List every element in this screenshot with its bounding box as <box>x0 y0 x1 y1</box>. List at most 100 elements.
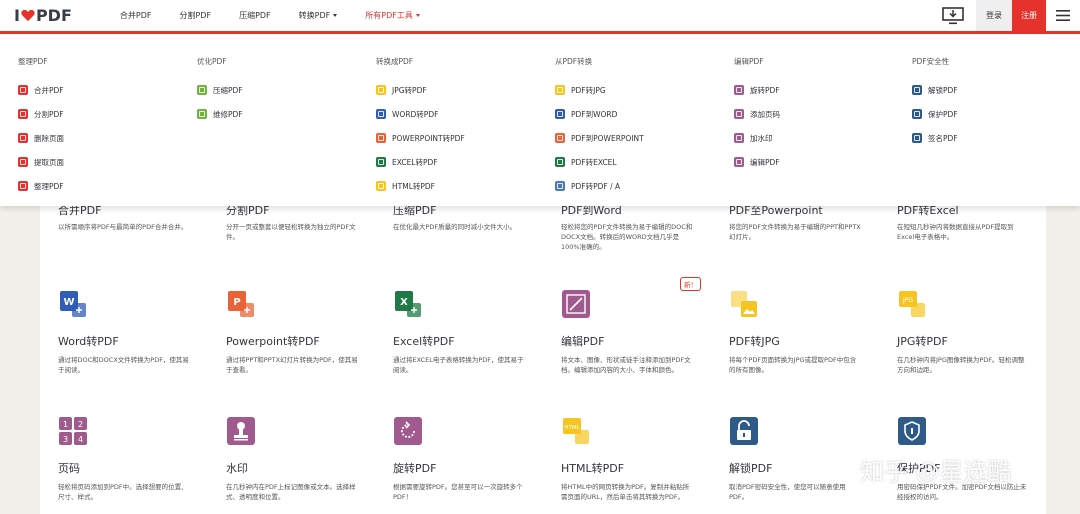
svg-text:X: X <box>400 297 408 308</box>
nav-split-pdf[interactable]: 分割PDF <box>165 0 225 31</box>
watermark-text: 知乎 @星选酷 <box>860 458 1012 486</box>
menu-item[interactable]: 保护PDF <box>912 102 958 126</box>
menu-item[interactable]: 签名PDF <box>912 126 958 150</box>
nav-all-pdf-tools[interactable]: 所有PDF工具 <box>351 0 434 31</box>
menu-item-label: 提取页面 <box>34 157 64 167</box>
menu-item[interactable]: PDF到WORD <box>555 102 644 126</box>
menu-item-label: 删除页面 <box>34 133 64 143</box>
menu-item[interactable]: 维修PDF <box>197 102 243 126</box>
menu-item[interactable]: WORD转PDF <box>376 102 465 126</box>
nav-label: 所有PDF工具 <box>365 11 413 20</box>
menu-item-label: PDF到POWERPOINT <box>571 133 644 143</box>
menu-item[interactable]: 旋转PDF <box>734 78 780 102</box>
page-numbers-icon: 1 2 3 4 <box>58 416 88 446</box>
nav-label: 转换PDF <box>298 11 331 20</box>
signup-button[interactable]: 注册 <box>1012 0 1046 31</box>
tool-icon <box>376 181 386 191</box>
tool-card-title: HTML转PDF <box>561 462 625 475</box>
nav-merge-pdf[interactable]: 合并PDF <box>106 0 166 31</box>
tool-icon <box>734 109 744 119</box>
tool-card-description: 在几秒钟内在PDF上标记图像或文本。选择样式、透明度和位置。 <box>226 483 356 501</box>
menu-column-title: 优化PDF <box>197 57 227 66</box>
menu-item[interactable]: JPG转PDF <box>376 78 465 102</box>
nav-label: 分割PDF <box>179 11 212 20</box>
menu-item[interactable]: PDF转EXCEL <box>555 150 644 174</box>
jpg-icon: JPG <box>897 289 927 319</box>
tool-icon <box>555 85 565 95</box>
menu-item[interactable]: 添加页码 <box>734 102 780 126</box>
menu-item-label: 合并PDF <box>34 85 64 95</box>
desktop-download-icon[interactable] <box>942 6 964 25</box>
menu-item-label: 编辑PDF <box>750 157 780 167</box>
image-icon <box>729 289 759 319</box>
menu-item-label: PDF转PDF / A <box>571 181 621 191</box>
menu-item[interactable]: 编辑PDF <box>734 150 780 174</box>
menu-item[interactable]: 解锁PDF <box>912 78 958 102</box>
tool-card[interactable]: X Excel转PDF 通过将EXCEL电子表格转换为PDF，使其易于阅读。 <box>393 289 553 375</box>
tool-icon <box>912 85 922 95</box>
menu-item[interactable]: PDF到POWERPOINT <box>555 126 644 150</box>
tool-card[interactable]: W Word转PDF 通过将DOC和DOCX文件转换为PDF，使其易于阅读。 <box>58 289 218 375</box>
menu-column-title: PDF安全性 <box>912 57 950 66</box>
tool-card-description: 轻松将您的PDF文件转换为易于编辑的DOC和DOCX文档。转换后的WORD文档几… <box>561 223 693 251</box>
edit-pdf-icon <box>561 289 591 319</box>
tool-card-description: 分开一页或整套以便轻松转换为独立的PDF文件。 <box>226 223 356 241</box>
menu-column-title: 从PDF转换 <box>555 57 593 66</box>
hamburger-icon <box>1056 10 1070 21</box>
tool-card[interactable]: PDF转JPG 将每个PDF页面转换为JPG或提取PDF中包含的所有图像。 <box>729 289 889 375</box>
menu-item[interactable]: PDF转JPG <box>555 78 644 102</box>
menu-item[interactable]: 提取页面 <box>18 150 64 174</box>
tool-card[interactable]: P Powerpoint转PDF 通过将PPT和PPTX幻灯片转换为PDF，使其易于… <box>226 289 386 375</box>
hamburger-menu-button[interactable] <box>1046 0 1080 31</box>
tool-card[interactable]: HTML HTML转PDF 将HTML中的网页转换为PDF。复制并粘贴所需页面的UR… <box>561 416 721 502</box>
html-icon: HTML <box>561 416 591 446</box>
menu-item[interactable]: 删除页面 <box>18 126 64 150</box>
tool-card-description: 将您的PDF文件转换为易于编辑的PPT和PPTX幻灯片。 <box>729 223 861 241</box>
menu-item[interactable]: POWERPOINT转PDF <box>376 126 465 150</box>
tool-icon <box>555 109 565 119</box>
tool-card[interactable]: 旋转PDF 根据需要旋转PDF。您甚至可以一次旋转多个PDF！ <box>393 416 553 502</box>
tool-card-description: 以所需顺序将PDF与最简单的PDF合并合并。 <box>58 223 188 231</box>
tool-icon <box>555 181 565 191</box>
menu-column-convert-from-pdf: 从PDF转换 PDF转JPG PDF到WORD PDF到POWERPOINT PDF转E… <box>555 56 644 198</box>
tool-icon <box>18 109 28 119</box>
logo-letter-i: I <box>14 6 20 25</box>
tool-card-description: 轻松将页码添加到PDF中。选择想要的位置、尺寸、样式。 <box>58 483 188 501</box>
menu-item-label: 维修PDF <box>213 109 243 119</box>
tool-card[interactable]: 1 2 3 4 页码 轻松将页码添加到PDF中。选择想要的位置、尺寸、样式。 <box>58 416 218 502</box>
svg-text:P: P <box>233 297 240 308</box>
tool-icon <box>18 85 28 95</box>
tool-icon <box>18 157 28 167</box>
tool-card[interactable]: 编辑PDF 将文本、图像、形状或徒手注释添加到PDF文档。编辑添加内容的大小、字体… <box>561 289 721 375</box>
main-nav: 合并PDF 分割PDF 压缩PDF 转换PDF 所有PDF工具 <box>106 0 434 31</box>
tool-icon <box>912 109 922 119</box>
tool-card-description: 根据需要旋转PDF。您甚至可以一次旋转多个PDF！ <box>393 483 523 501</box>
nav-convert-pdf[interactable]: 转换PDF <box>285 0 352 31</box>
unlock-icon <box>729 416 759 446</box>
menu-item-label: 保护PDF <box>928 109 958 119</box>
tool-card-description: 在短短几秒钟内将数据直接从PDF提取到Excel电子表格中。 <box>897 223 1014 241</box>
menu-column-pdf-security: PDF安全性解锁PDF 保护PDF 签名PDF <box>912 56 958 150</box>
menu-item[interactable]: 合并PDF <box>18 78 64 102</box>
tool-icon <box>734 85 744 95</box>
menu-item-label: PDF转EXCEL <box>571 157 617 167</box>
menu-item-label: 分割PDF <box>34 109 64 119</box>
svg-text:3: 3 <box>63 435 68 444</box>
stamp-icon <box>226 416 256 446</box>
menu-item[interactable]: 分割PDF <box>18 102 64 126</box>
tool-card[interactable]: 水印 在几秒钟内在PDF上标记图像或文本。选择样式、透明度和位置。 <box>226 416 386 502</box>
menu-item[interactable]: 压缩PDF <box>197 78 243 102</box>
tool-icon <box>197 109 207 119</box>
menu-item-label: 旋转PDF <box>750 85 780 95</box>
caret-down-icon <box>333 14 338 17</box>
menu-item[interactable]: 整理PDF <box>18 174 64 198</box>
ilovepdf-logo[interactable]: I PDF <box>14 6 72 25</box>
menu-item[interactable]: PDF转PDF / A <box>555 174 644 198</box>
menu-item[interactable]: HTML转PDF <box>376 174 465 198</box>
menu-item[interactable]: EXCEL转PDF <box>376 150 465 174</box>
nav-compress-pdf[interactable]: 压缩PDF <box>225 0 285 31</box>
tool-card[interactable]: JPG JPG转PDF 在几秒钟内将JPG图像转换为PDF。轻松调整方向和边距。 <box>897 289 1057 375</box>
login-button[interactable]: 登录 <box>976 0 1012 31</box>
menu-item[interactable]: 加水印 <box>734 126 780 150</box>
menu-item-label: 签名PDF <box>928 133 958 143</box>
